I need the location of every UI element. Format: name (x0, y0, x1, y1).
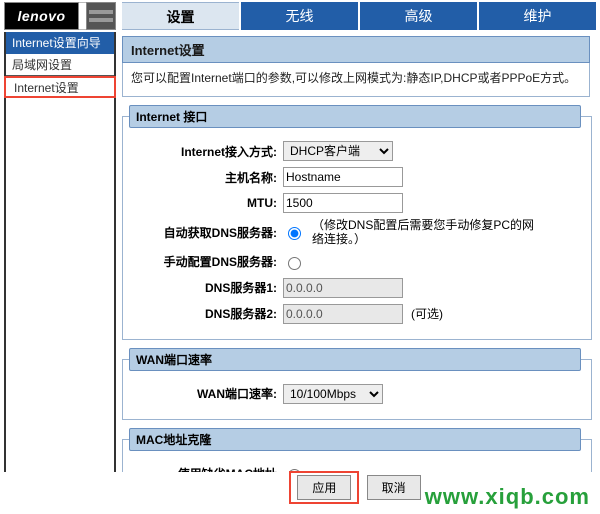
main-content: Internet设置 您可以配置Internet端口的参数,可以修改上网模式为:… (116, 32, 596, 472)
input-dns2 (283, 304, 403, 324)
section-description: 您可以配置Internet端口的参数,可以修改上网模式为:静态IP,DHCP或者… (122, 63, 590, 97)
radio-auto-dns[interactable] (288, 227, 301, 240)
top-tabs: 设置 无线 高级 维护 (122, 2, 596, 30)
label-access-mode: Internet接入方式: (133, 143, 283, 160)
sidebar-item-lan[interactable]: 局域网设置 (6, 54, 114, 76)
sidebar-item-internet[interactable]: Internet设置 (4, 76, 116, 98)
tab-settings[interactable]: 设置 (122, 2, 239, 30)
panel-mac-clone: MAC地址克隆 使用缺省MAC地址 使用计算机MAC地址 手动指定MAC地址 (122, 428, 592, 472)
panel-legend-interface: Internet 接口 (129, 105, 581, 128)
panel-internet-interface: Internet 接口 Internet接入方式: DHCP客户端 主机名称: … (122, 105, 592, 340)
tab-wireless[interactable]: 无线 (239, 2, 358, 30)
highlight-apply: 应用 (289, 471, 359, 504)
panel-legend-mac: MAC地址克隆 (129, 428, 581, 451)
label-auto-dns: 自动获取DNS服务器: (133, 224, 283, 241)
input-mtu[interactable] (283, 193, 403, 213)
radio-manual-dns[interactable] (288, 257, 301, 270)
logo-stripe (86, 2, 116, 30)
label-dns2: DNS服务器2: (133, 305, 283, 322)
input-dns1 (283, 278, 403, 298)
hint-dns2: (可选) (411, 307, 443, 321)
sidebar-item-wizard[interactable]: Internet设置向导 (6, 32, 114, 54)
panel-wan-speed: WAN端口速率 WAN端口速率: 10/100Mbps (122, 348, 592, 420)
label-hostname: 主机名称: (133, 169, 283, 186)
tab-advanced[interactable]: 高级 (358, 2, 477, 30)
cancel-button[interactable]: 取消 (367, 475, 421, 500)
label-mtu: MTU: (133, 196, 283, 210)
brand-logo: lenovo (4, 2, 79, 30)
panel-legend-wan: WAN端口速率 (129, 348, 581, 371)
label-dns1: DNS服务器1: (133, 279, 283, 296)
input-hostname[interactable] (283, 167, 403, 187)
section-title: Internet设置 (122, 36, 590, 63)
watermark: www.xiqb.com (425, 484, 590, 510)
hint-auto-dns: （修改DNS配置后需要您手动修复PC的网络连接。） (312, 218, 542, 247)
select-wan-speed[interactable]: 10/100Mbps (283, 384, 383, 404)
sidebar: Internet设置向导 局域网设置 Internet设置 (4, 32, 116, 472)
select-access-mode[interactable]: DHCP客户端 (283, 141, 393, 161)
label-wan-speed: WAN端口速率: (133, 385, 283, 402)
apply-button[interactable]: 应用 (297, 475, 351, 500)
logo-gap (79, 2, 86, 30)
tab-maintenance[interactable]: 维护 (477, 2, 596, 30)
label-manual-dns: 手动配置DNS服务器: (133, 253, 283, 270)
